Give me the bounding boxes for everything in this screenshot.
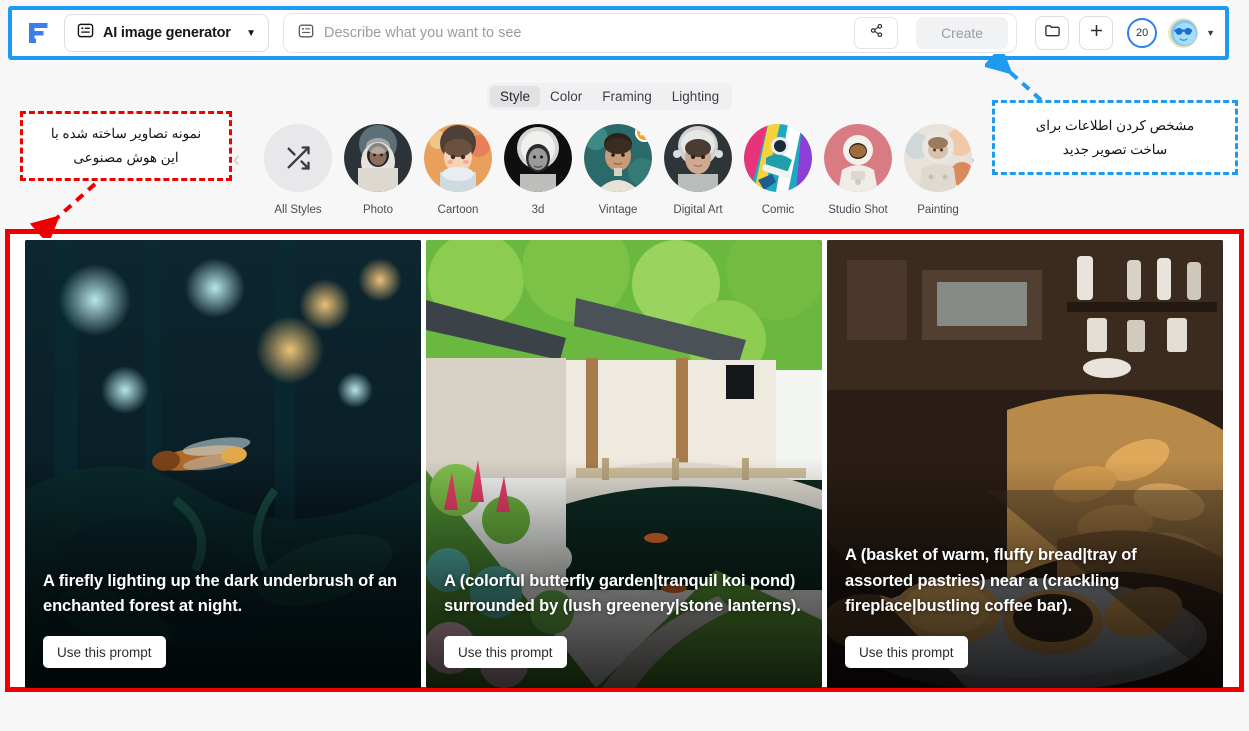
avatar-chevron-down-icon[interactable]: ▼: [1206, 28, 1215, 38]
annotation-line-1: مشخص کردن اطلاعات برای: [1035, 117, 1195, 133]
card-prompt-text: A firefly lighting up the dark underbrus…: [43, 571, 398, 615]
use-this-prompt-button[interactable]: Use this prompt: [845, 636, 968, 668]
annotation-line-1: نمونه تصاویر ساخته شده با: [50, 126, 202, 142]
styles-prev-icon[interactable]: ‹: [233, 148, 240, 172]
image-generator-icon: [77, 22, 94, 44]
style-item-digital-art[interactable]: Digital Art: [658, 124, 738, 216]
style-item-photo[interactable]: Photo: [338, 124, 418, 216]
plus-icon: [1088, 22, 1105, 44]
projects-folder-button[interactable]: [1035, 16, 1070, 50]
style-thumb-digital-art: [664, 124, 732, 192]
credits-badge[interactable]: 20: [1127, 18, 1158, 48]
style-item-3d[interactable]: 3d: [498, 124, 578, 216]
freepik-logo-icon[interactable]: [22, 16, 56, 50]
style-thumb-cartoon: [424, 124, 492, 192]
model-selector-label: AI image generator: [103, 25, 231, 41]
tab-lighting[interactable]: Lighting: [662, 86, 729, 107]
annotation-red-arrow-icon: [29, 182, 97, 238]
crown-icon: [635, 124, 652, 142]
style-thumb-studio-shot: [824, 124, 892, 192]
style-thumb-painting: [904, 124, 972, 192]
card-prompt-text: A (basket of warm, fluffy bread|tray of …: [845, 546, 1137, 615]
style-label: Studio Shot: [828, 204, 888, 216]
annotation-gallery-note: نمونه تصاویر ساخته شده با این هوش مصنوعی: [20, 111, 232, 181]
annotation-line-2: ساخت تصویر جدید: [1062, 141, 1168, 157]
card-body: A (basket of warm, fluffy bread|tray of …: [845, 543, 1205, 668]
style-item-all-styles[interactable]: All Styles: [258, 124, 338, 216]
style-label: Comic: [761, 204, 795, 216]
create-button[interactable]: Create: [916, 17, 1009, 49]
style-label: 3d: [531, 204, 545, 216]
avatar[interactable]: [1168, 18, 1199, 48]
annotation-toolbar-note: مشخص کردن اطلاعات برای ساخت تصویر جدید: [992, 100, 1238, 175]
share-icon: [869, 23, 884, 43]
style-thumb-3d: [504, 124, 572, 192]
prompt-bar[interactable]: Create: [283, 13, 1018, 53]
card-body: A (colorful butterfly garden|tranquil ko…: [444, 569, 804, 668]
style-strip: All Styles Photo Cartoon 3d Vintage Digi…: [258, 124, 978, 224]
top-toolbar: AI image generator ▼ Cr: [12, 10, 1225, 56]
style-item-cartoon[interactable]: Cartoon: [418, 124, 498, 216]
style-thumb-comic: [744, 124, 812, 192]
add-button[interactable]: [1079, 16, 1114, 50]
gallery-card[interactable]: A (basket of warm, fluffy bread|tray of …: [827, 240, 1223, 688]
folder-icon: [1044, 22, 1061, 44]
prompt-gallery: A firefly lighting up the dark underbrus…: [25, 240, 1224, 690]
tab-style[interactable]: Style: [490, 86, 541, 107]
style-label: All Styles: [274, 204, 322, 216]
chevron-down-icon: ▼: [246, 27, 256, 39]
card-body: A firefly lighting up the dark underbrus…: [43, 569, 403, 668]
style-item-comic[interactable]: Comic: [738, 124, 818, 216]
style-item-studio-shot[interactable]: Studio Shot: [818, 124, 898, 216]
style-label: Digital Art: [673, 204, 723, 216]
style-thumb-vintage: [584, 124, 652, 192]
share-button[interactable]: [854, 17, 899, 49]
annotation-line-2: این هوش مصنوعی: [73, 150, 179, 165]
style-label: Cartoon: [437, 204, 479, 216]
model-selector[interactable]: AI image generator ▼: [64, 14, 269, 52]
style-label: Vintage: [598, 204, 638, 216]
shuffle-icon: [264, 124, 332, 192]
style-thumb-photo: [344, 124, 412, 192]
style-label: Painting: [917, 204, 959, 216]
gallery-card[interactable]: A firefly lighting up the dark underbrus…: [25, 240, 421, 688]
filter-tabs: Style Color Framing Lighting: [487, 83, 733, 110]
gallery-card[interactable]: A (colorful butterfly garden|tranquil ko…: [426, 240, 822, 688]
style-label: Photo: [362, 204, 394, 216]
style-item-vintage[interactable]: Vintage: [578, 124, 658, 216]
style-item-painting[interactable]: Painting: [898, 124, 978, 216]
use-this-prompt-button[interactable]: Use this prompt: [444, 636, 567, 668]
use-this-prompt-button[interactable]: Use this prompt: [43, 636, 166, 668]
tab-framing[interactable]: Framing: [592, 86, 662, 107]
tab-color[interactable]: Color: [540, 86, 592, 107]
prompt-input[interactable]: [324, 25, 845, 41]
card-prompt-text: A (colorful butterfly garden|tranquil ko…: [444, 571, 801, 615]
prompt-icon: [298, 23, 314, 44]
